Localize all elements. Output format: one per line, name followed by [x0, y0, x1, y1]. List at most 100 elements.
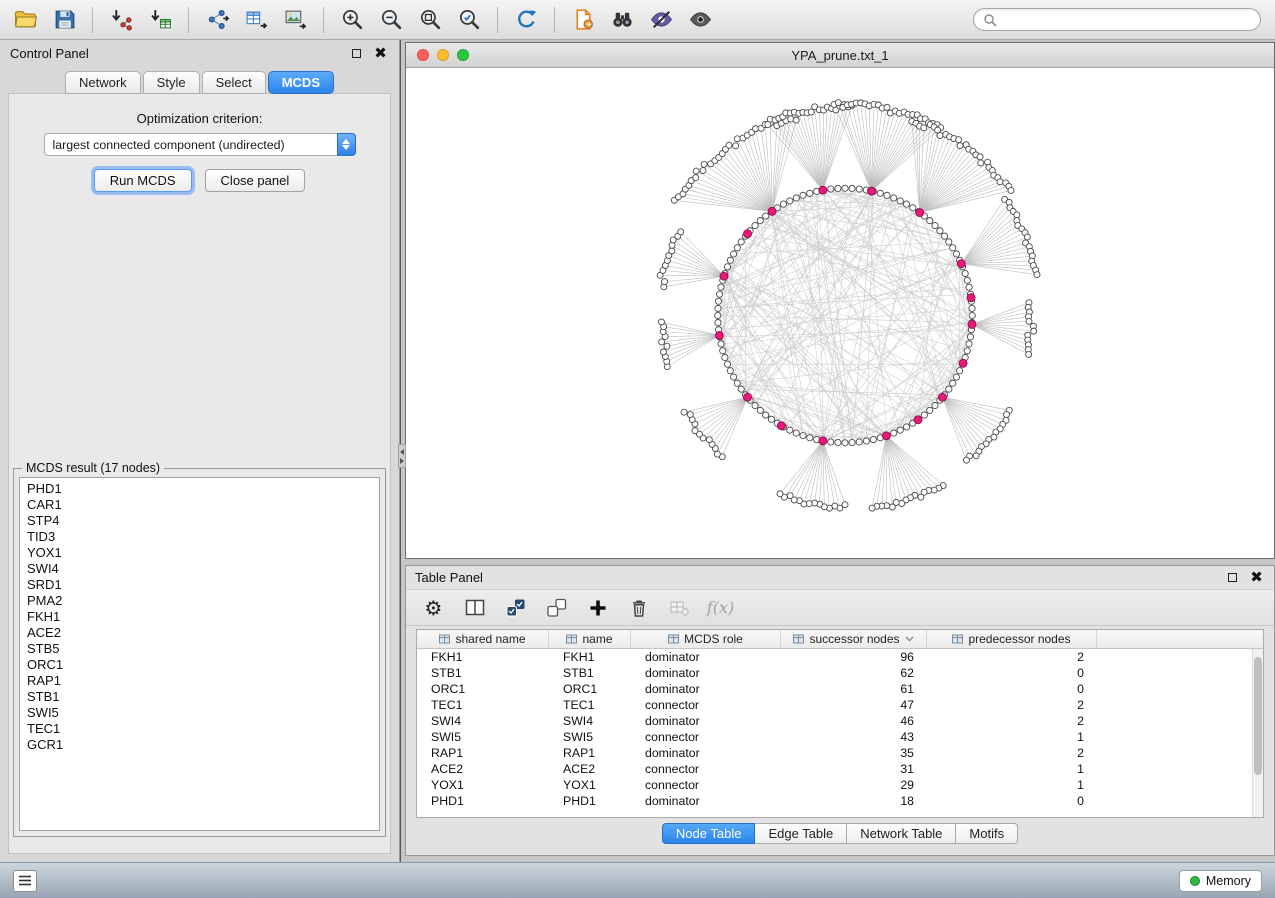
- first-neighbors-button[interactable]: [607, 5, 637, 35]
- mcds-result-item[interactable]: PHD1: [20, 481, 379, 497]
- column-header-successor-nodes[interactable]: successor nodes: [781, 630, 927, 648]
- close-panel-button[interactable]: ✖: [372, 45, 389, 62]
- mcds-result-item[interactable]: ORC1: [20, 657, 379, 673]
- hide-details-button[interactable]: [646, 5, 676, 35]
- float-panel-button[interactable]: [348, 45, 365, 62]
- scrollbar-thumb[interactable]: [1254, 657, 1262, 775]
- column-header-name[interactable]: name: [549, 630, 631, 648]
- table-row[interactable]: SWI4SWI4dominator462: [417, 713, 1263, 729]
- mcds-result-item[interactable]: TEC1: [20, 721, 379, 737]
- close-panel-action-button[interactable]: Close panel: [205, 169, 306, 192]
- table-row[interactable]: ORC1ORC1dominator610: [417, 681, 1263, 697]
- table-row[interactable]: FKH1FKH1dominator962: [417, 649, 1263, 665]
- zoom-selected-button[interactable]: [454, 5, 484, 35]
- export-network-button[interactable]: [202, 5, 232, 35]
- memory-button[interactable]: Memory: [1179, 870, 1262, 892]
- toolbar-separator: [92, 7, 93, 33]
- table-cell: 1: [927, 777, 1097, 793]
- column-header-shared-name[interactable]: shared name: [417, 630, 549, 648]
- function-builder-button[interactable]: f(x): [708, 595, 733, 620]
- mcds-result-item[interactable]: RAP1: [20, 673, 379, 689]
- table-panel-tabs: Node Table Edge Table Network Table Moti…: [406, 823, 1274, 844]
- table-cell: 47: [781, 697, 927, 713]
- mcds-result-item[interactable]: SRD1: [20, 577, 379, 593]
- network-canvas[interactable]: [406, 68, 1274, 558]
- tab-style[interactable]: Style: [143, 71, 200, 94]
- create-column-button[interactable]: [585, 595, 610, 620]
- apply-layout-button[interactable]: [511, 5, 541, 35]
- tab-edge-table[interactable]: Edge Table: [755, 823, 847, 844]
- mcds-result-item[interactable]: STP4: [20, 513, 379, 529]
- panel-splitter[interactable]: [398, 444, 406, 468]
- tab-network[interactable]: Network: [65, 71, 141, 94]
- criterion-dropdown[interactable]: largest connected component (undirected): [44, 133, 356, 156]
- table-row[interactable]: TEC1TEC1connector472: [417, 697, 1263, 713]
- mcds-result-list[interactable]: PHD1CAR1STP4TID3YOX1SWI4SRD1PMA2FKH1ACE2…: [19, 477, 380, 831]
- export-table-button[interactable]: [241, 5, 271, 35]
- column-label: predecessor nodes: [968, 632, 1070, 646]
- table-row[interactable]: RAP1RAP1dominator352: [417, 745, 1263, 761]
- save-session-button[interactable]: [49, 5, 79, 35]
- tab-select[interactable]: Select: [202, 71, 266, 94]
- import-table-button[interactable]: [145, 5, 175, 35]
- eye-slash-icon: [649, 7, 674, 32]
- import-network-button[interactable]: [106, 5, 136, 35]
- mcds-result-item[interactable]: YOX1: [20, 545, 379, 561]
- table-settings-button[interactable]: ⚙: [421, 595, 446, 620]
- close-window-icon[interactable]: [417, 49, 429, 61]
- zoom-out-icon: [379, 7, 404, 32]
- select-all-columns-button[interactable]: [503, 595, 528, 620]
- zoom-fit-icon: [418, 7, 443, 32]
- zoom-in-button[interactable]: [337, 5, 367, 35]
- mcds-result-item[interactable]: SWI4: [20, 561, 379, 577]
- mcds-result-item[interactable]: FKH1: [20, 609, 379, 625]
- status-menu-button[interactable]: [13, 870, 37, 892]
- table-cell: STB1: [417, 665, 549, 681]
- delete-column-button[interactable]: [626, 595, 651, 620]
- copy-style-button[interactable]: [568, 5, 598, 35]
- mcds-result-item[interactable]: ACE2: [20, 625, 379, 641]
- export-image-button[interactable]: [280, 5, 310, 35]
- table-row[interactable]: SWI5SWI5connector431: [417, 729, 1263, 745]
- mcds-result-item[interactable]: GCR1: [20, 737, 379, 753]
- table-row[interactable]: PHD1PHD1dominator180: [417, 793, 1263, 809]
- tab-mcds[interactable]: MCDS: [268, 71, 334, 94]
- mcds-result-item[interactable]: PMA2: [20, 593, 379, 609]
- open-file-button[interactable]: [10, 5, 40, 35]
- mcds-result-item[interactable]: STB1: [20, 689, 379, 705]
- column-header-predecessor-nodes[interactable]: predecessor nodes: [927, 630, 1097, 648]
- float-table-panel-button[interactable]: [1224, 569, 1241, 586]
- tab-motifs[interactable]: Motifs: [956, 823, 1018, 844]
- run-mcds-button[interactable]: Run MCDS: [94, 169, 192, 192]
- table-row[interactable]: ACE2ACE2connector311: [417, 761, 1263, 777]
- close-table-panel-button[interactable]: ✖: [1248, 569, 1265, 586]
- table-cell: [1097, 649, 1263, 665]
- table-cell: RAP1: [417, 745, 549, 761]
- search-input[interactable]: [1003, 13, 1251, 27]
- mcds-result-title: MCDS result (17 nodes): [22, 461, 164, 475]
- tab-node-table[interactable]: Node Table: [662, 823, 756, 844]
- column-header-mcds-role[interactable]: MCDS role: [631, 630, 781, 648]
- table-row[interactable]: STB1STB1dominator620: [417, 665, 1263, 681]
- network-window-titlebar[interactable]: YPA_prune.txt_1: [406, 43, 1274, 68]
- network-graph[interactable]: [406, 68, 1274, 558]
- table-panel-title: Table Panel: [415, 570, 483, 585]
- minimize-window-icon[interactable]: [437, 49, 449, 61]
- maximize-window-icon[interactable]: [457, 49, 469, 61]
- zoom-out-button[interactable]: [376, 5, 406, 35]
- table-row[interactable]: YOX1YOX1connector291: [417, 777, 1263, 793]
- mcds-result-item[interactable]: SWI5: [20, 705, 379, 721]
- show-columns-button[interactable]: [462, 595, 487, 620]
- table-scrollbar[interactable]: [1252, 649, 1263, 817]
- table-cell: RAP1: [549, 745, 631, 761]
- mcds-result-item[interactable]: STB5: [20, 641, 379, 657]
- zoom-fit-button[interactable]: [415, 5, 445, 35]
- delete-table-button[interactable]: [667, 595, 692, 620]
- tab-network-table[interactable]: Network Table: [847, 823, 956, 844]
- mcds-result-item[interactable]: TID3: [20, 529, 379, 545]
- table-cell: connector: [631, 777, 781, 793]
- unselect-all-columns-button[interactable]: [544, 595, 569, 620]
- mcds-result-item[interactable]: CAR1: [20, 497, 379, 513]
- show-details-button[interactable]: [685, 5, 715, 35]
- table-cell: [1097, 761, 1263, 777]
